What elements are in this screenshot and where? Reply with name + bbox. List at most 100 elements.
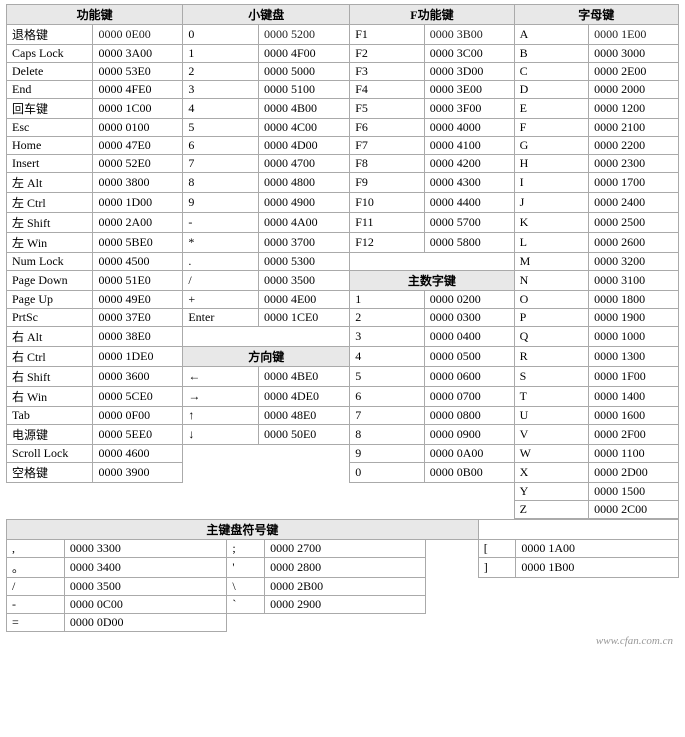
- cell-code: 0000 4E00: [258, 291, 349, 309]
- cell-name: M: [514, 253, 588, 271]
- cell-name: ↓: [183, 425, 259, 445]
- cell-name: H: [514, 155, 588, 173]
- cell-name: Num Lock: [7, 253, 93, 271]
- cell-code: 0000 51E0: [93, 271, 183, 291]
- cell-name: [183, 327, 259, 347]
- cell-name: PrtSc: [7, 309, 93, 327]
- cell-code: [93, 501, 183, 519]
- header-功能键: 功能键: [7, 5, 183, 25]
- table-row: 右 Ctrl 0000 1DE0 方向键 4 0000 0500 R 0000 …: [7, 347, 679, 367]
- cell-name: G: [514, 137, 588, 155]
- cell-code: [452, 540, 478, 558]
- cell-code: 0000 4400: [424, 193, 514, 213]
- cell-name: A: [514, 25, 588, 45]
- table-row: 回车键 0000 1C00 4 0000 4B00 F5 0000 3F00 E…: [7, 99, 679, 119]
- cell-name: U: [514, 407, 588, 425]
- cell-code: 0000 5000: [258, 63, 349, 81]
- cell-name: \: [227, 578, 265, 596]
- cell-code: 0000 1F00: [589, 367, 679, 387]
- cell-name: /: [7, 578, 65, 596]
- table-row: 左 Win 0000 5BE0 * 0000 3700 F12 0000 580…: [7, 233, 679, 253]
- cell-code: 0000 1E00: [589, 25, 679, 45]
- table-row: 左 Ctrl 0000 1D00 9 0000 4900 F10 0000 44…: [7, 193, 679, 213]
- cell-name: [478, 596, 516, 614]
- cell-code: [424, 253, 514, 271]
- cell-code: [452, 596, 478, 614]
- cell-name: 0: [350, 463, 424, 483]
- cell-name: .: [183, 253, 259, 271]
- cell-code: 0000 3900: [93, 463, 183, 483]
- header-bracket-keys: [478, 520, 678, 540]
- cell-code: 0000 1200: [589, 99, 679, 119]
- cell-code: 0000 0100: [93, 119, 183, 137]
- table-row: Tab 0000 0F00 ↑ 0000 48E0 7 0000 0800 U …: [7, 407, 679, 425]
- cell-name: Enter: [183, 309, 259, 327]
- cell-name: [425, 540, 451, 558]
- cell-code: 0000 2700: [265, 540, 426, 558]
- cell-code: 0000 1DE0: [93, 347, 183, 367]
- cell-code: 0000 2F00: [589, 425, 679, 445]
- cell-name: 8: [183, 173, 259, 193]
- cell-code: [452, 578, 478, 596]
- cell-name: -: [7, 596, 65, 614]
- cell-code: 0000 3100: [589, 271, 679, 291]
- cell-name: F1: [350, 25, 424, 45]
- cell-name: [350, 483, 424, 501]
- cell-code: 0000 2200: [589, 137, 679, 155]
- cell-name: ↑: [183, 407, 259, 425]
- cell-code: 0000 52E0: [93, 155, 183, 173]
- cell-name: F10: [350, 193, 424, 213]
- cell-code: 0000 2600: [589, 233, 679, 253]
- cell-code: 0000 0D00: [64, 614, 227, 632]
- cell-code: 0000 3600: [93, 367, 183, 387]
- cell-name: S: [514, 367, 588, 387]
- cell-code: 0000 2900: [265, 596, 426, 614]
- cell-name: L: [514, 233, 588, 253]
- cell-code: 0000 37E0: [93, 309, 183, 327]
- cell-name: Z: [514, 501, 588, 519]
- cell-name: ,: [7, 540, 65, 558]
- cell-code: 0000 4FE0: [93, 81, 183, 99]
- cell-code: 0000 3700: [258, 233, 349, 253]
- cell-name: P: [514, 309, 588, 327]
- cell-code: 0000 0400: [424, 327, 514, 347]
- cell-code: 0000 3200: [589, 253, 679, 271]
- cell-code: 0000 48E0: [258, 407, 349, 425]
- cell-name: [478, 614, 516, 632]
- cell-name: Scroll Lock: [7, 445, 93, 463]
- cell-name: V: [514, 425, 588, 445]
- cell-name: 5: [183, 119, 259, 137]
- table-row: 左 Alt 0000 3800 8 0000 4800 F9 0000 4300…: [7, 173, 679, 193]
- cell-name: [425, 558, 451, 578]
- cell-code: 0000 3E00: [424, 81, 514, 99]
- cell-name: O: [514, 291, 588, 309]
- cell-name: N: [514, 271, 588, 291]
- cell-name: 电源键: [7, 425, 93, 445]
- table-row: Scroll Lock 0000 4600 9 0000 0A00 W 0000…: [7, 445, 679, 463]
- cell-name: T: [514, 387, 588, 407]
- table-row: Page Up 0000 49E0 + 0000 4E00 1 0000 020…: [7, 291, 679, 309]
- table-row: 左 Shift 0000 2A00 - 0000 4A00 F11 0000 5…: [7, 213, 679, 233]
- cell-name: [350, 501, 424, 519]
- cell-name: R: [514, 347, 588, 367]
- cell-name: [: [478, 540, 516, 558]
- cell-code: 0000 1000: [589, 327, 679, 347]
- cell-code: 0000 4500: [93, 253, 183, 271]
- cell-code: 0000 3F00: [424, 99, 514, 119]
- cell-name: 0: [183, 25, 259, 45]
- cell-name: 3: [350, 327, 424, 347]
- cell-code: 0000 0A00: [424, 445, 514, 463]
- cell-name: -: [183, 213, 259, 233]
- cell-code: 0000 1600: [589, 407, 679, 425]
- cell-name: 左 Shift: [7, 213, 93, 233]
- cell-name: Insert: [7, 155, 93, 173]
- table-row: PrtSc 0000 37E0 Enter 0000 1CE0 2 0000 0…: [7, 309, 679, 327]
- cell-name: Caps Lock: [7, 45, 93, 63]
- cell-code: 0000 4900: [258, 193, 349, 213]
- cell-name: I: [514, 173, 588, 193]
- cell-name: End: [7, 81, 93, 99]
- cell-code: 0000 38E0: [93, 327, 183, 347]
- cell-code: 0000 1100: [589, 445, 679, 463]
- cell-name: F7: [350, 137, 424, 155]
- cell-code: 0000 2400: [589, 193, 679, 213]
